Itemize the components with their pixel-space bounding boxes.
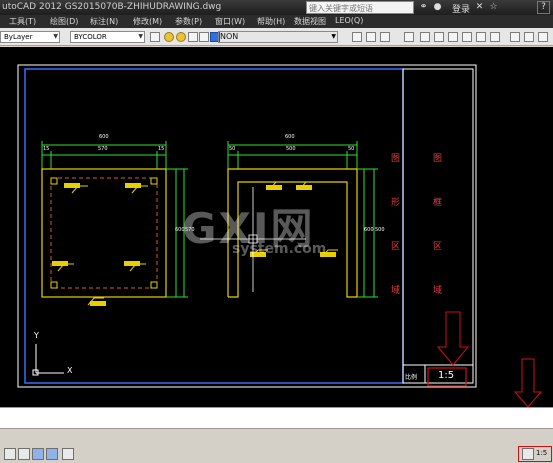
scale-highlight-arrows (427, 311, 543, 407)
front-width-dimension: 600 (99, 134, 109, 140)
menu-draw[interactable]: 绘图(D) (50, 16, 78, 27)
color-swatch-icon[interactable] (210, 32, 220, 42)
view-left-icon[interactable] (448, 32, 458, 42)
side-left-margin-dimension: 50 (229, 146, 236, 152)
side-right-margin-dimension: 50 (348, 146, 355, 152)
view-front-icon[interactable] (476, 32, 486, 42)
layer-properties-icon[interactable] (150, 32, 160, 42)
chevron-down-icon: ▼ (138, 33, 143, 40)
drawing-area-label-1: 图 (391, 154, 401, 164)
view-top-icon[interactable] (420, 32, 430, 42)
frame-area-label-2: 框 (433, 198, 443, 208)
menu-leo[interactable]: LEO(Q) (335, 16, 363, 25)
view-icon[interactable] (404, 32, 414, 42)
star-icon[interactable]: ☆ (488, 2, 499, 13)
menu-modify[interactable]: 修改(M) (133, 16, 162, 27)
view-right-icon[interactable] (462, 32, 472, 42)
menu-dimension[interactable]: 标注(N) (90, 16, 118, 27)
side-view (227, 141, 378, 298)
chevron-down-icon: ▼ (53, 33, 58, 40)
front-view (41, 141, 188, 306)
shade-icon[interactable] (524, 32, 534, 42)
side-inner-height-dimension: 500 (375, 227, 385, 233)
frame-area-label-4: 域 (433, 286, 443, 296)
drawing-canvas[interactable]: 600 570 15 15 600 570 600 500 50 50 600 … (0, 47, 553, 407)
drawing-area-label-4: 域 (391, 286, 401, 296)
color-value: BYCOLOR (74, 33, 107, 41)
front-left-margin-dimension: 15 (43, 146, 50, 152)
search-input[interactable]: 键入关键字或短语 (306, 1, 414, 14)
frame-area-label-1: 图 (433, 154, 443, 164)
grid-display-icon[interactable] (18, 448, 30, 460)
title-bar: utoCAD 2012 GS2015070B-ZHIHUDRAWING.dwg … (0, 0, 553, 15)
frame-area-label-3: 区 (433, 242, 443, 252)
window-title: utoCAD 2012 GS2015070B-ZHIHUDRAWING.dwg (2, 2, 222, 12)
drawing-frame (24, 68, 404, 384)
chevron-down-icon: ▼ (331, 33, 336, 40)
linetype-value: ByLayer (4, 33, 33, 41)
login-link[interactable]: 登录 (452, 2, 470, 15)
view-bottom-icon[interactable] (434, 32, 444, 42)
cad-drawing (17, 64, 543, 407)
menu-tools[interactable]: 工具(T) (9, 16, 36, 27)
render-icon[interactable] (538, 32, 548, 42)
ucs-y-label: Y (34, 331, 39, 340)
linetype-dropdown[interactable]: ByLayer ▼ (0, 31, 60, 43)
binoculars-icon[interactable]: ⚭ (418, 2, 429, 13)
color-dropdown[interactable]: BYCOLOR ▼ (70, 31, 145, 43)
help-button[interactable]: ? (537, 1, 550, 14)
user-icon[interactable]: ● (432, 2, 443, 13)
menu-data-view[interactable]: 数据视图 (294, 16, 326, 27)
front-right-margin-dimension: 15 (158, 146, 165, 152)
title-block-frame (402, 68, 474, 384)
layer-value[interactable]: NON (220, 32, 238, 41)
front-inner-height-dimension: 570 (185, 227, 195, 233)
crosshair-cursor (200, 187, 306, 292)
lightbulb-icon[interactable] (164, 32, 174, 42)
drawing-area-label-2: 形 (391, 198, 401, 208)
lock-icon[interactable] (188, 32, 198, 42)
object-snap-icon[interactable] (62, 448, 74, 460)
status-bar: 1:5 (0, 429, 553, 463)
drawing-area-label-3: 区 (391, 242, 401, 252)
layer-match-icon[interactable] (380, 32, 390, 42)
front-inner-width-dimension: 570 (98, 146, 108, 152)
menu-bar: 工具(T) 绘图(D) 标注(N) 修改(M) 参数(P) 窗口(W) 帮助(H… (0, 15, 553, 28)
visual-style-icon[interactable] (510, 32, 520, 42)
menu-parametric[interactable]: 参数(P) (175, 16, 202, 27)
menu-help[interactable]: 帮助(H) (257, 16, 285, 27)
properties-toolbar: ByLayer ▼ BYCOLOR ▼ NON ▼ (0, 28, 553, 46)
view-back-icon[interactable] (490, 32, 500, 42)
polar-tracking-icon[interactable] (46, 448, 58, 460)
scale-value: 1:5 (438, 370, 455, 381)
sheet-border (17, 64, 477, 388)
layer-previous-icon[interactable] (366, 32, 376, 42)
sun-icon[interactable] (176, 32, 186, 42)
snap-mode-icon[interactable] (4, 448, 16, 460)
ortho-mode-icon[interactable] (32, 448, 44, 460)
side-height-dimension: 600 (364, 227, 374, 233)
side-inner-width-dimension: 500 (286, 146, 296, 152)
ucs-icon (32, 344, 64, 376)
status-scale-highlight (518, 446, 552, 462)
side-width-dimension: 600 (285, 134, 295, 140)
scale-label: 比例 (405, 374, 418, 381)
layer-state-icon[interactable] (352, 32, 362, 42)
plot-icon[interactable] (199, 32, 209, 42)
command-line[interactable] (0, 407, 553, 429)
menu-window[interactable]: 窗口(W) (215, 16, 245, 27)
front-height-dimension: 600 (175, 227, 185, 233)
ucs-x-label: X (67, 366, 73, 375)
exchange-icon[interactable]: ✕ (474, 2, 485, 13)
